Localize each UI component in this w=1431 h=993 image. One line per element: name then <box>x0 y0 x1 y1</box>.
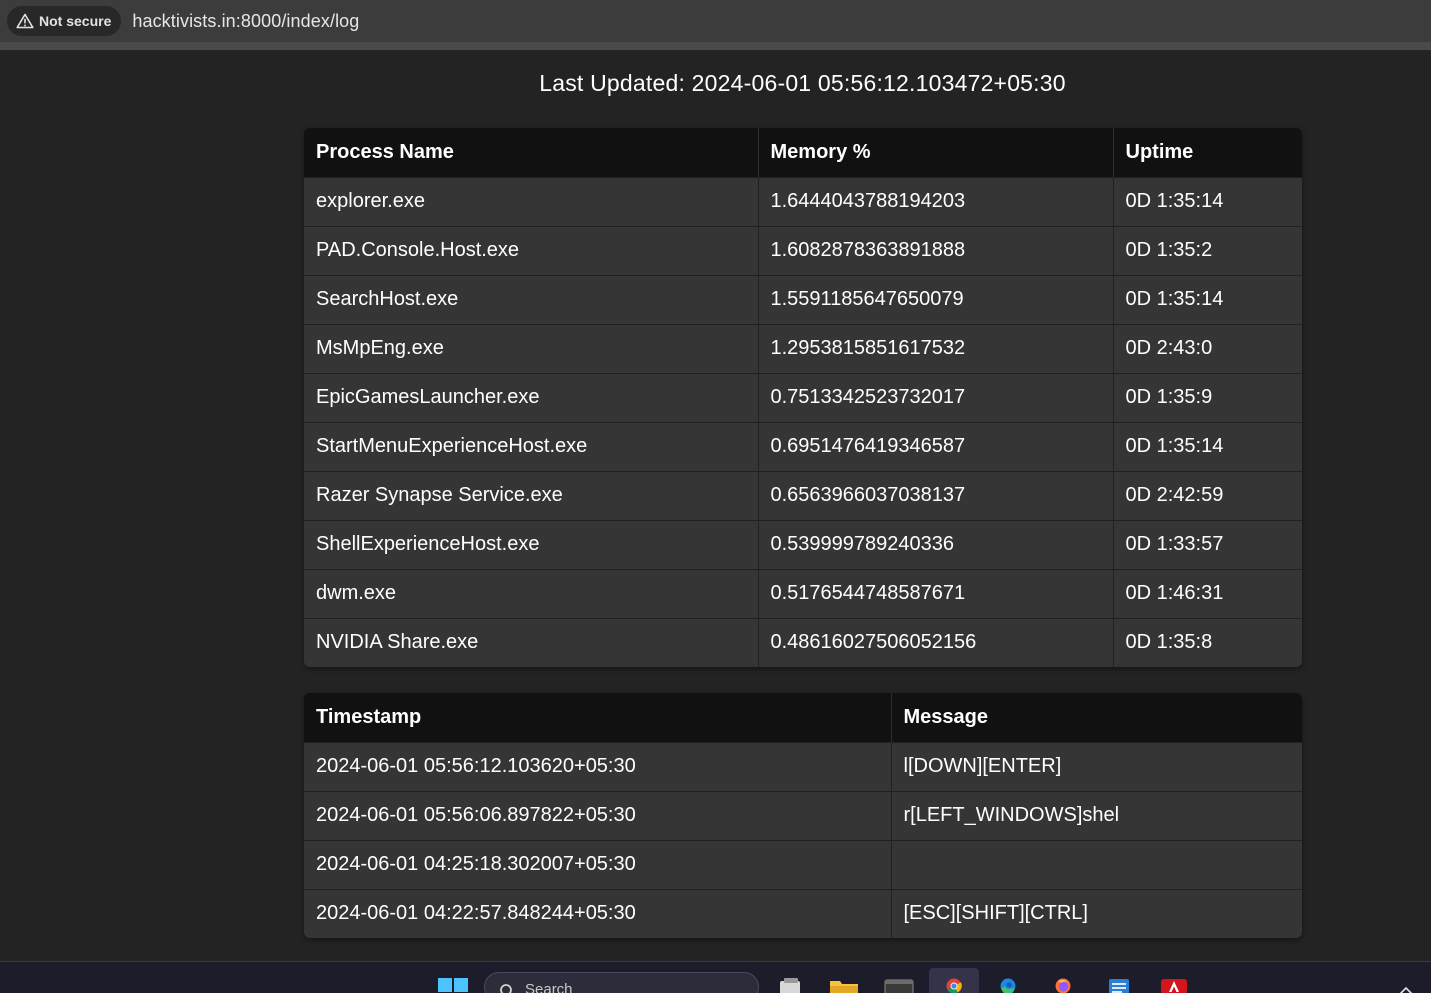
table-row: PAD.Console.Host.exe 1.6082878363891888 … <box>304 225 1302 275</box>
table-row: Razer Synapse Service.exe 0.656396603703… <box>304 470 1302 520</box>
uptime-cell: 0D 1:33:57 <box>1113 519 1302 569</box>
memory-cell: 0.6563966037038137 <box>758 470 1114 520</box>
uptime-cell: 0D 1:35:8 <box>1113 617 1302 667</box>
column-header-process-name: Process Name <box>304 128 759 177</box>
process-name-cell: SearchHost.exe <box>304 274 759 324</box>
table-row: ShellExperienceHost.exe 0.53999978924033… <box>304 519 1302 569</box>
url-field[interactable]: hacktivists.in:8000/index/log <box>132 11 359 32</box>
uptime-cell: 0D 1:35:14 <box>1113 421 1302 471</box>
uptime-cell: 0D 1:46:31 <box>1113 568 1302 618</box>
table-row: 2024-06-01 04:25:18.302007+05:30 <box>304 839 1302 889</box>
windows-start-icon[interactable] <box>438 978 468 993</box>
uptime-cell: 0D 1:35:2 <box>1113 225 1302 275</box>
address-bar: Not secure hacktivists.in:8000/index/log <box>0 0 1431 42</box>
uptime-cell: 0D 2:42:59 <box>1113 470 1302 520</box>
process-name-cell: dwm.exe <box>304 568 759 618</box>
search-icon <box>500 984 512 993</box>
warning-icon <box>16 13 34 29</box>
table-row: dwm.exe 0.5176544748587671 0D 1:46:31 <box>304 568 1302 618</box>
uptime-cell: 0D 1:35:14 <box>1113 176 1302 226</box>
table-row: 2024-06-01 04:22:57.848244+05:30 [ESC][S… <box>304 888 1302 938</box>
search-label: Search <box>525 981 573 993</box>
process-name-cell: StartMenuExperienceHost.exe <box>304 421 759 471</box>
page-divider <box>0 42 1431 50</box>
timestamp-cell: 2024-06-01 04:22:57.848244+05:30 <box>304 888 892 938</box>
process-name-cell: Razer Synapse Service.exe <box>304 470 759 520</box>
security-label: Not secure <box>39 13 112 29</box>
uptime-cell: 0D 2:43:0 <box>1113 323 1302 373</box>
chrome-icon[interactable] <box>939 978 969 993</box>
process-name-cell: explorer.exe <box>304 176 759 226</box>
memory-cell: 0.539999789240336 <box>758 519 1114 569</box>
memory-cell: 0.6951476419346587 <box>758 421 1114 471</box>
table-row: 2024-06-01 05:56:06.897822+05:30 r[LEFT_… <box>304 790 1302 840</box>
process-table: Process Name Memory % Uptime explorer.ex… <box>304 128 1302 667</box>
message-cell: r[LEFT_WINDOWS]shel <box>891 790 1302 840</box>
message-cell: l[DOWN][ENTER] <box>891 741 1302 791</box>
uptime-cell: 0D 1:35:9 <box>1113 372 1302 422</box>
table-row: StartMenuExperienceHost.exe 0.6951476419… <box>304 421 1302 471</box>
memory-cell: 1.5591185647650079 <box>758 274 1114 324</box>
process-name-cell: ShellExperienceHost.exe <box>304 519 759 569</box>
uptime-cell: 0D 1:35:14 <box>1113 274 1302 324</box>
table-row: EpicGamesLauncher.exe 0.7513342523732017… <box>304 372 1302 422</box>
memory-cell: 1.6082878363891888 <box>758 225 1114 275</box>
memory-cell: 0.48616027506052156 <box>758 617 1114 667</box>
column-header-message: Message <box>891 693 1302 742</box>
chevron-up-icon[interactable] <box>1399 986 1413 993</box>
process-name-cell: MsMpEng.exe <box>304 323 759 373</box>
table-header-row: Timestamp Message <box>304 693 1302 742</box>
table-row: MsMpEng.exe 1.2953815851617532 0D 2:43:0 <box>304 323 1302 373</box>
process-name-cell: NVIDIA Share.exe <box>304 617 759 667</box>
edge-icon[interactable] <box>993 978 1023 993</box>
table-row: SearchHost.exe 1.5591185647650079 0D 1:3… <box>304 274 1302 324</box>
memory-cell: 0.5176544748587671 <box>758 568 1114 618</box>
timestamp-cell: 2024-06-01 05:56:12.103620+05:30 <box>304 741 892 791</box>
taskbar-search[interactable]: Search <box>484 972 759 993</box>
table-row: explorer.exe 1.6444043788194203 0D 1:35:… <box>304 176 1302 226</box>
column-header-memory: Memory % <box>758 128 1114 177</box>
security-indicator[interactable]: Not secure <box>7 6 122 36</box>
memory-cell: 1.2953815851617532 <box>758 323 1114 373</box>
column-header-uptime: Uptime <box>1113 128 1302 177</box>
notepad-icon[interactable] <box>1104 978 1134 993</box>
last-updated-heading: Last Updated: 2024-06-01 05:56:12.103472… <box>539 70 1066 96</box>
table-row: 2024-06-01 05:56:12.103620+05:30 l[DOWN]… <box>304 741 1302 791</box>
column-header-timestamp: Timestamp <box>304 693 892 742</box>
acrobat-icon[interactable] <box>1159 978 1189 993</box>
table-header-row: Process Name Memory % Uptime <box>304 128 1302 177</box>
message-cell: [ESC][SHIFT][CTRL] <box>891 888 1302 938</box>
memory-cell: 0.7513342523732017 <box>758 372 1114 422</box>
timestamp-cell: 2024-06-01 04:25:18.302007+05:30 <box>304 839 892 889</box>
message-cell <box>891 839 1302 889</box>
table-row: NVIDIA Share.exe 0.48616027506052156 0D … <box>304 617 1302 667</box>
process-name-cell: PAD.Console.Host.exe <box>304 225 759 275</box>
terminal-icon[interactable] <box>884 978 914 993</box>
log-table: Timestamp Message 2024-06-01 05:56:12.10… <box>304 693 1302 938</box>
file-explorer-icon[interactable] <box>829 978 859 993</box>
process-name-cell: EpicGamesLauncher.exe <box>304 372 759 422</box>
memory-cell: 1.6444043788194203 <box>758 176 1114 226</box>
timestamp-cell: 2024-06-01 05:56:06.897822+05:30 <box>304 790 892 840</box>
firefox-icon[interactable] <box>1048 978 1078 993</box>
taskbar: Search <box>0 961 1431 993</box>
task-view-icon[interactable] <box>777 978 803 993</box>
